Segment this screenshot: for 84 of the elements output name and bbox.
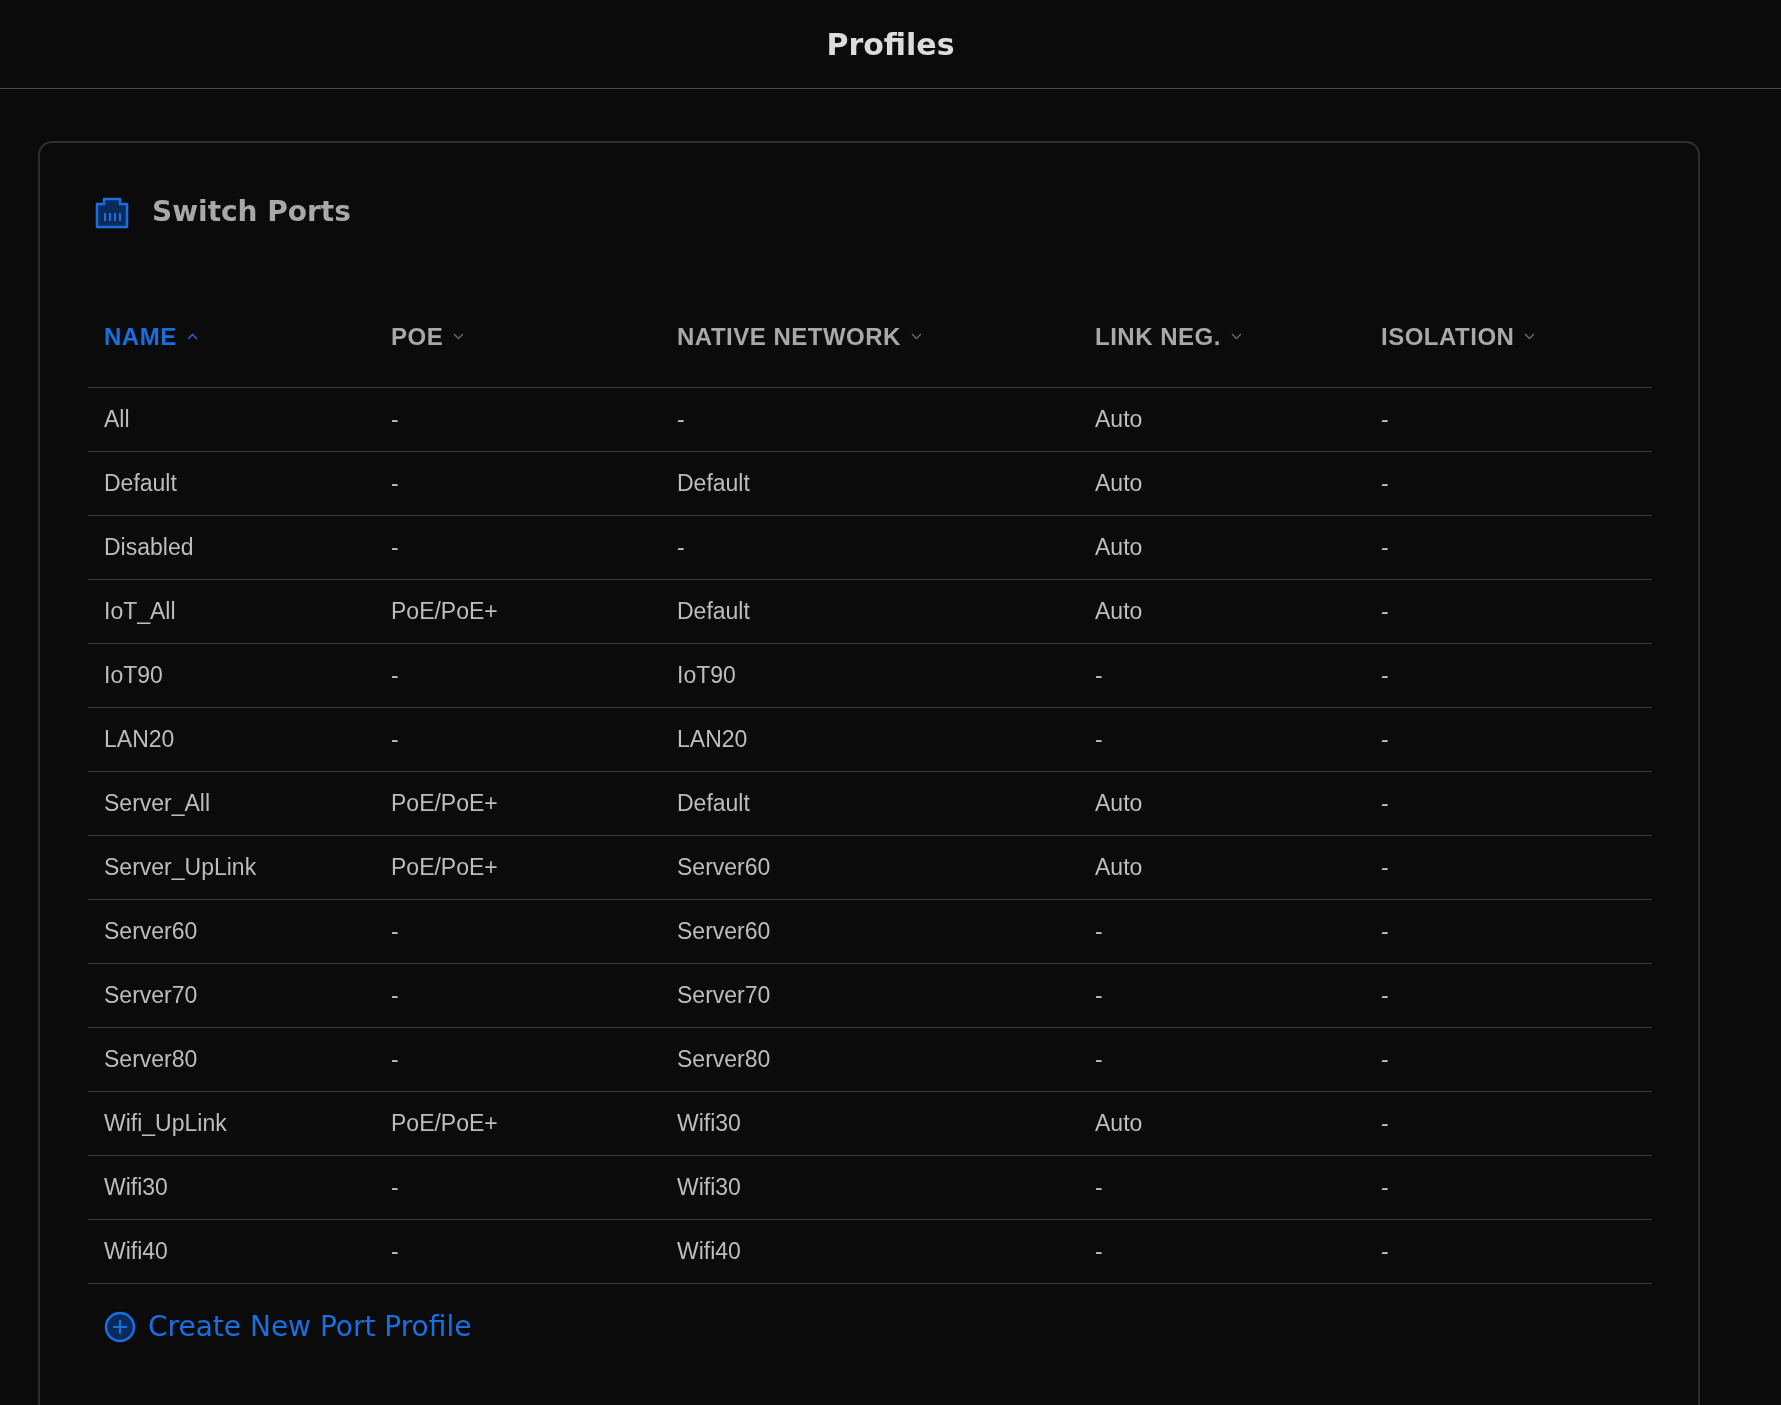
table-cell: - xyxy=(391,533,399,560)
column-header[interactable]: ISOLATION xyxy=(1381,318,1536,355)
table-cell: Wifi30 xyxy=(677,1109,741,1136)
table-cell: Wifi40 xyxy=(677,1237,741,1264)
table-cell: Wifi30 xyxy=(104,1173,168,1200)
table-cell: - xyxy=(1381,405,1389,432)
table-cell: - xyxy=(1095,1237,1103,1264)
caret-down-icon xyxy=(910,333,922,341)
table-cell: Wifi40 xyxy=(104,1237,168,1264)
table-cell: - xyxy=(391,981,399,1008)
table-cell: LAN20 xyxy=(104,725,175,752)
table-cell: All xyxy=(104,405,130,432)
table-cell: - xyxy=(1381,661,1389,688)
table-cell: - xyxy=(1095,981,1103,1008)
table-cell: Server60 xyxy=(104,917,198,944)
table-cell: - xyxy=(391,405,399,432)
table-cell: - xyxy=(1381,1109,1389,1136)
table-cell: - xyxy=(677,533,685,560)
table-cell: Auto xyxy=(1095,533,1143,560)
table-cell: Auto xyxy=(1095,789,1143,816)
table-cell: IoT90 xyxy=(677,661,736,688)
table-cell: - xyxy=(1381,1237,1389,1264)
caret-up-icon xyxy=(186,333,198,341)
table-cell: Server70 xyxy=(677,981,771,1008)
table-cell: - xyxy=(1381,533,1389,560)
table-cell: LAN20 xyxy=(677,725,748,752)
column-header[interactable]: NATIVE NETWORK xyxy=(677,318,922,355)
table-cell: Default xyxy=(677,597,750,624)
table-cell: Default xyxy=(104,469,177,496)
table-cell: Server80 xyxy=(677,1045,771,1072)
table-cell: - xyxy=(391,469,399,496)
table-cell: - xyxy=(1381,469,1389,496)
table-cell: Wifi_UpLink xyxy=(104,1109,227,1136)
table-cell: - xyxy=(1381,1173,1389,1200)
table-cell: - xyxy=(1095,917,1103,944)
table-cell: Server_All xyxy=(104,789,211,816)
table-cell: Auto xyxy=(1095,405,1143,432)
table-cell: - xyxy=(1381,917,1389,944)
create-profile-button[interactable]: Create New Port Profile xyxy=(104,1305,472,1348)
table-cell: Auto xyxy=(1095,469,1143,496)
table-cell: - xyxy=(1095,661,1103,688)
table-cell: PoE/PoE+ xyxy=(391,597,498,624)
table-cell: - xyxy=(391,1173,399,1200)
table-cell: Server60 xyxy=(677,917,771,944)
table-cell: - xyxy=(1381,725,1389,752)
table-cell: - xyxy=(1381,789,1389,816)
table-cell: PoE/PoE+ xyxy=(391,853,498,880)
caret-down-icon xyxy=(1524,333,1536,341)
page-title: Profiles xyxy=(826,25,955,64)
table-cell: PoE/PoE+ xyxy=(391,789,498,816)
table-cell: Disabled xyxy=(104,533,194,560)
caret-down-icon xyxy=(1230,333,1242,341)
table-cell: Auto xyxy=(1095,853,1143,880)
table-cell: - xyxy=(1095,1173,1103,1200)
table-cell: IoT90 xyxy=(104,661,163,688)
table-cell: - xyxy=(1095,725,1103,752)
table-cell: - xyxy=(391,1237,399,1264)
table-cell: - xyxy=(1381,853,1389,880)
table-cell: - xyxy=(1381,1045,1389,1072)
table-cell: IoT_All xyxy=(104,597,176,624)
table-cell: - xyxy=(1095,1045,1103,1072)
section-title: Switch Ports xyxy=(152,194,351,230)
column-header[interactable]: NAME xyxy=(104,318,198,355)
table-cell: - xyxy=(677,405,685,432)
table-cell: Auto xyxy=(1095,597,1143,624)
column-header[interactable]: LINK NEG. xyxy=(1095,318,1242,355)
table-cell: Wifi30 xyxy=(677,1173,741,1200)
table-cell: - xyxy=(391,725,399,752)
table-cell: - xyxy=(391,917,399,944)
table-cell: Server_UpLink xyxy=(104,853,257,880)
table-cell: - xyxy=(1381,981,1389,1008)
table-cell: - xyxy=(391,661,399,688)
plus-circle-icon xyxy=(104,1310,136,1343)
table-cell: - xyxy=(391,1045,399,1072)
column-header[interactable]: POE xyxy=(391,318,465,355)
caret-down-icon xyxy=(453,333,465,341)
table-cell: PoE/PoE+ xyxy=(391,1109,498,1136)
table-cell: Auto xyxy=(1095,1109,1143,1136)
table-cell: - xyxy=(1381,597,1389,624)
table-cell: Default xyxy=(677,469,750,496)
table-cell: Server70 xyxy=(104,981,198,1008)
table-cell: Default xyxy=(677,789,750,816)
table-cell: Server60 xyxy=(677,853,771,880)
table-cell: Server80 xyxy=(104,1045,198,1072)
